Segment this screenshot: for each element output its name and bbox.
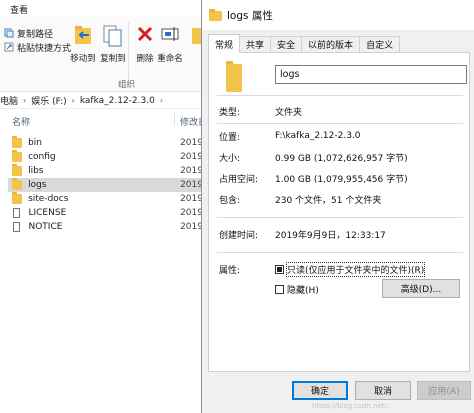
move-to-button[interactable]: 移动到: [66, 22, 100, 80]
new-folder-icon: [192, 28, 202, 44]
prop-size-value: 0.99 GB (1,072,626,957 字节): [275, 153, 408, 164]
paste-shortcut-label: 粘贴快捷方式: [17, 43, 72, 54]
prop-created-label: 创建时间:: [219, 230, 259, 241]
prop-location: 位置: F:\kafka_2.12-2.3.0: [219, 129, 361, 143]
prop-type-label: 类型:: [219, 107, 241, 118]
tab-general[interactable]: 常规: [208, 34, 241, 53]
prop-location-label: 位置:: [219, 132, 241, 143]
rename-icon: [161, 27, 179, 41]
readonly-label: 只读(仅应用于文件夹中的文件)(R): [285, 262, 426, 277]
list-item[interactable]: NOTICE 2019/: [8, 220, 206, 234]
divider: [217, 217, 463, 218]
file-name: NOTICE: [28, 222, 63, 232]
prop-attributes-label: 属性:: [219, 265, 241, 276]
tab-customize[interactable]: 自定义: [359, 36, 401, 52]
copy-to-label: 复制到: [100, 54, 126, 64]
prop-type-value: 文件夹: [275, 107, 303, 118]
file-name: config: [28, 152, 56, 162]
move-to-label: 移动到: [70, 54, 96, 64]
copy-to-button[interactable]: 复制到: [96, 22, 130, 80]
apply-button[interactable]: 应用(A): [417, 381, 471, 400]
tab-security[interactable]: 安全: [270, 36, 303, 52]
folder-icon: [12, 178, 23, 190]
divider: [217, 123, 463, 124]
column-divider[interactable]: [174, 112, 175, 126]
general-tab-panel: logs 类型: 文件夹 位置: F:\kafka_2.12-2.3.0 大小:…: [208, 52, 470, 372]
tab-sharing[interactable]: 共享: [239, 36, 272, 52]
ribbon-group-label: 组织: [118, 80, 136, 90]
file-name: LICENSE: [28, 208, 67, 218]
chevron-right-icon: ›: [23, 96, 27, 105]
cancel-button[interactable]: 取消: [355, 381, 411, 400]
file-name: logs: [28, 180, 47, 190]
ok-button[interactable]: 确定: [292, 381, 348, 400]
properties-dialog: logs 属性 常规 共享 安全 以前的版本 自定义 logs 类型: 文件夹 …: [201, 0, 474, 413]
readonly-checkbox[interactable]: 只读(仅应用于文件夹中的文件)(R): [275, 262, 426, 277]
folder-icon: [12, 192, 23, 204]
move-to-icon: [75, 26, 91, 44]
paste-shortcut-icon: [4, 42, 14, 52]
breadcrumb-item[interactable]: 娱乐 (F:): [31, 94, 66, 107]
prop-created: 创建时间: 2019年9月9日，12:33:17: [219, 227, 386, 241]
checkbox-indeterminate-icon: [275, 265, 284, 274]
prop-attributes: 属性:: [219, 262, 275, 276]
file-icon: [13, 208, 21, 218]
folder-name-value: logs: [280, 69, 300, 80]
ribbon-clipped-button[interactable]: [186, 22, 202, 80]
chevron-right-icon: ›: [159, 96, 164, 105]
folder-icon: [12, 150, 23, 162]
list-item[interactable]: bin 2019/: [8, 136, 206, 150]
divider: [217, 95, 463, 96]
folder-name-field[interactable]: logs: [275, 65, 467, 84]
prop-type: 类型: 文件夹: [219, 104, 302, 118]
folder-icon: [12, 136, 23, 148]
prop-size-on-disk: 占用空间: 1.00 GB (1,079,955,456 字节): [219, 171, 408, 185]
file-icon: [13, 222, 21, 232]
menu-view[interactable]: 查看: [10, 3, 28, 16]
prop-contains-label: 包含:: [219, 195, 241, 206]
dialog-title: logs 属性: [227, 9, 273, 22]
folder-icon: [12, 164, 23, 176]
file-name: bin: [28, 138, 42, 148]
divider: [217, 252, 463, 253]
list-item-selected[interactable]: logs 2019/: [8, 178, 206, 192]
copy-path-label: 复制路径: [17, 29, 54, 40]
breadcrumb-item[interactable]: 电脑: [0, 94, 18, 107]
folder-icon: [209, 9, 222, 21]
list-item[interactable]: config 2019/: [8, 150, 206, 164]
list-item[interactable]: libs 2019/: [8, 164, 206, 178]
column-header-name[interactable]: 名称: [12, 115, 30, 128]
prop-disk-value: 1.00 GB (1,079,955,456 字节): [275, 174, 408, 185]
breadcrumb-item[interactable]: kafka_2.12-2.3.0: [80, 96, 155, 106]
copy-path-icon: [4, 28, 14, 38]
dialog-title-bar[interactable]: logs 属性: [202, 0, 474, 30]
checkbox-icon: [275, 285, 284, 294]
list-item[interactable]: LICENSE 2019/: [8, 206, 206, 220]
tab-strip: 常规 共享 安全 以前的版本 自定义: [208, 34, 401, 53]
watermark-text: https://blog.csdn.net/…: [312, 402, 394, 410]
prop-size-label: 大小:: [219, 153, 241, 164]
copy-to-icon: [103, 25, 122, 47]
tab-previous-versions[interactable]: 以前的版本: [301, 36, 361, 52]
advanced-button[interactable]: 高级(D)...: [382, 279, 460, 298]
file-name: libs: [28, 166, 44, 176]
rename-button[interactable]: 重命名: [153, 22, 187, 80]
folder-icon: [226, 61, 242, 92]
copy-path-button[interactable]: 复制路径: [4, 26, 53, 40]
prop-location-value: F:\kafka_2.12-2.3.0: [275, 131, 361, 141]
paste-shortcut-button[interactable]: 粘贴快捷方式: [4, 40, 71, 54]
rename-label: 重命名: [157, 54, 183, 64]
prop-contains-value: 230 个文件，51 个文件夹: [275, 195, 382, 206]
hidden-label: 隐藏(H): [287, 286, 319, 296]
hidden-checkbox[interactable]: 隐藏(H): [275, 283, 319, 296]
prop-disk-label: 占用空间:: [219, 174, 259, 185]
delete-label: 删除: [136, 54, 154, 64]
prop-created-value: 2019年9月9日，12:33:17: [275, 230, 386, 241]
prop-size: 大小: 0.99 GB (1,072,626,957 字节): [219, 150, 408, 164]
prop-contains: 包含: 230 个文件，51 个文件夹: [219, 192, 381, 206]
chevron-right-icon: ›: [71, 96, 75, 105]
file-name: site-docs: [28, 194, 69, 204]
list-item[interactable]: site-docs 2019/: [8, 192, 206, 206]
